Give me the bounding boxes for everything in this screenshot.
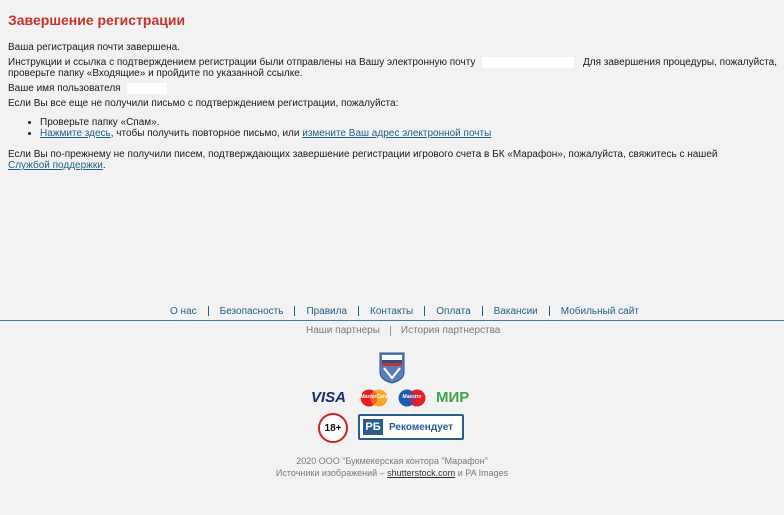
footer-divider	[548, 306, 550, 316]
rb-text: Рекомендует	[389, 421, 454, 433]
email-redacted	[482, 57, 575, 68]
visa-logo: VISA	[311, 389, 347, 406]
partners-nav: Наши партнеры История партнерства	[306, 325, 500, 336]
change-email-link[interactable]: измените Ваш адрес электронной почты	[302, 128, 491, 139]
partnership-history-link[interactable]: История партнерства	[401, 325, 500, 336]
tips-list: Проверьте папку «Спам». Нажмите здесь, ч…	[8, 117, 491, 139]
footer-link-vacancies[interactable]: Вакансии	[494, 306, 538, 317]
mastercard-logo: MasterCard	[360, 389, 388, 410]
resend-text: , чтобы получить повторное письмо, или	[110, 128, 300, 139]
mir-logo: МИР	[436, 389, 470, 406]
footer-link-payment[interactable]: Оплата	[436, 306, 470, 317]
footer-divider	[294, 306, 296, 316]
footer-link-security[interactable]: Безопасность	[220, 306, 284, 317]
footer-nav: О нас Безопасность Правила Контакты Опла…	[170, 305, 639, 317]
footer-link-mobile[interactable]: Мобильный сайт	[561, 306, 639, 317]
partners-link[interactable]: Наши партнеры	[306, 325, 380, 336]
footer-link-about[interactable]: О нас	[170, 306, 197, 317]
page-title: Завершение регистрации	[8, 12, 186, 28]
instructions-line2: проверьте папку «Входящие» и пройдите по…	[8, 68, 303, 79]
footer-link-rules[interactable]: Правила	[306, 306, 347, 317]
username-redacted	[127, 83, 168, 94]
almost-done-text: Ваша регистрация почти завершена.	[8, 42, 180, 53]
age-restriction-badge: 18+	[318, 413, 348, 443]
footer-divider	[424, 306, 426, 316]
support-line: Службой поддержки.	[8, 160, 106, 171]
click-here-link[interactable]: Нажмите здесь	[40, 128, 111, 139]
marathon-shield-logo	[379, 352, 405, 387]
maestro-label: Maestro	[402, 394, 422, 400]
footer-divider	[358, 306, 360, 316]
copyright-block: 2020 ООО "Букмекерская контора "Марафон"…	[0, 455, 784, 479]
mastercard-label: MasterCard	[360, 394, 388, 400]
rb-mark: РБ	[363, 419, 383, 435]
username-line: Ваше имя пользователя	[8, 83, 168, 94]
support-period: .	[102, 160, 106, 171]
rb-recommends-badge: РБ Рекомендует	[358, 414, 464, 440]
instructions-text: Инструкции и ссылка с подтверждением рег…	[8, 57, 476, 68]
partners-divider	[389, 325, 391, 336]
support-link[interactable]: Службой поддержки	[8, 160, 103, 171]
footer-divider	[481, 306, 483, 316]
not-received-text: Если Вы все еще не получили письмо с под…	[8, 98, 399, 109]
support-text: Если Вы по-прежнему не получили писем, п…	[8, 149, 718, 160]
tip-check-spam: Проверьте папку «Спам».	[40, 117, 491, 128]
username-label: Ваше имя пользователя	[8, 83, 121, 94]
footer-separator-line	[0, 320, 784, 321]
sources-prefix: Источники изображений –	[275, 468, 385, 478]
sources-suffix: и PA Images	[457, 468, 509, 478]
copyright-text: 2020 ООО "Букмекерская контора "Марафон"	[296, 456, 488, 466]
maestro-logo: Maestro	[398, 389, 426, 410]
instructions-line1: Инструкции и ссылка с подтверждением рег…	[8, 57, 777, 68]
instructions-tail: Для завершения процедуры, пожалуйста,	[582, 57, 778, 68]
footer-link-contacts[interactable]: Контакты	[370, 306, 413, 317]
tip-resend: Нажмите здесь, чтобы получить повторное …	[40, 128, 491, 139]
footer-divider	[207, 306, 209, 316]
image-sources-line: Источники изображений – shutterstock.com…	[0, 467, 784, 479]
shutterstock-link[interactable]: shutterstock.com	[387, 468, 455, 478]
